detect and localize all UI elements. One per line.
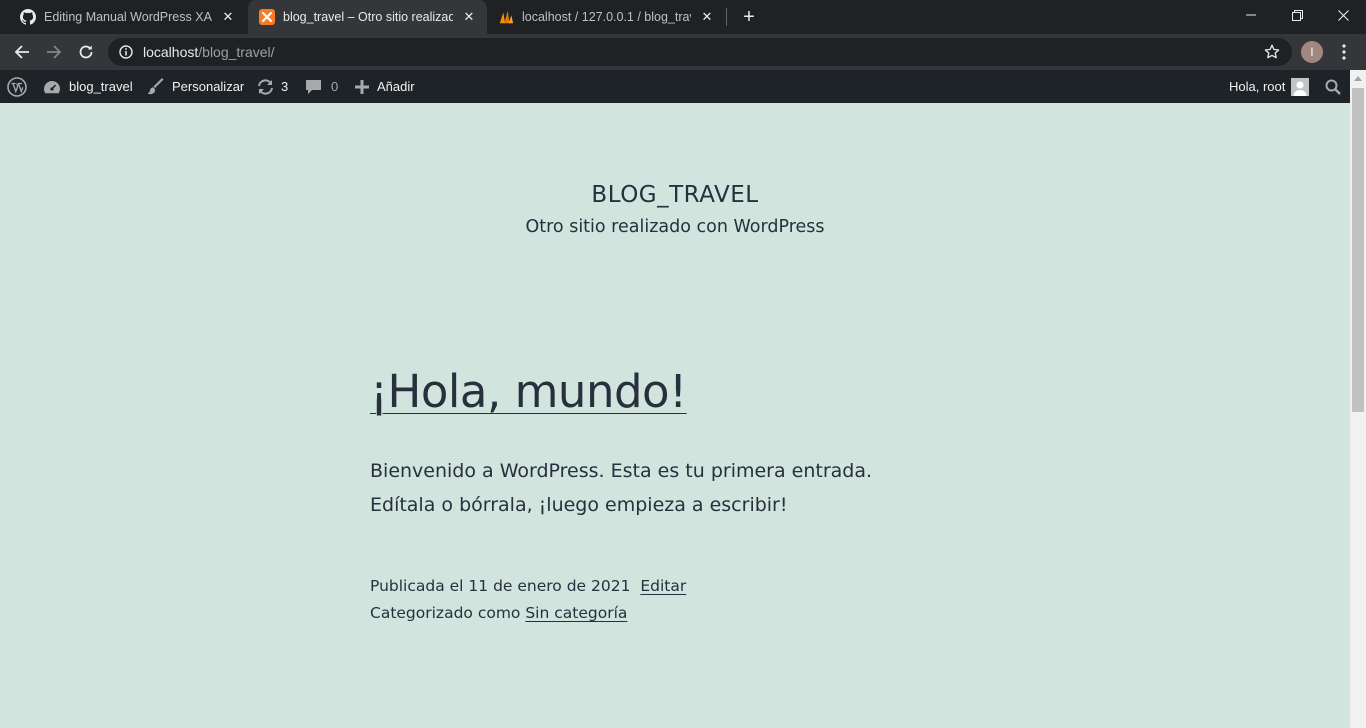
reload-button[interactable]	[72, 38, 100, 66]
reload-icon	[79, 45, 93, 59]
user-avatar-icon	[1291, 77, 1310, 96]
edit-post-link[interactable]: Editar	[640, 577, 686, 595]
post-category-line: Categorizado como Sin categoría	[370, 600, 686, 627]
updates-link[interactable]: 3	[256, 70, 288, 103]
close-icon[interactable]: ✕	[699, 9, 715, 25]
wp-logo-menu[interactable]	[7, 70, 33, 103]
close-icon	[1337, 9, 1349, 21]
page-scrollbar[interactable]	[1350, 70, 1366, 728]
arrow-right-icon	[47, 45, 62, 59]
browser-menu-button[interactable]	[1334, 40, 1354, 64]
bookmark-star-icon[interactable]	[1264, 44, 1280, 60]
tab-title: localhost / 127.0.0.1 / blog_travel	[522, 10, 691, 24]
updates-icon	[256, 78, 275, 95]
xampp-icon	[259, 9, 275, 25]
arrow-left-icon	[14, 45, 29, 59]
post-meta: Publicada el 11 de enero de 2021 Editar …	[370, 573, 686, 627]
tab-title: Editing Manual WordPress XAMPP	[44, 10, 212, 24]
site-name-menu[interactable]: blog_travel	[43, 70, 133, 103]
phpmyadmin-icon	[498, 9, 514, 25]
tab-separator	[726, 8, 727, 26]
post-title-link[interactable]: ¡Hola, mundo!	[370, 365, 687, 418]
site-description: Otro sitio realizado con WordPress	[525, 217, 825, 237]
restore-icon	[1291, 9, 1303, 21]
published-date: 11 de enero de 2021	[468, 577, 631, 595]
scroll-thumb[interactable]	[1352, 88, 1364, 412]
restore-button[interactable]	[1274, 0, 1320, 30]
category-prefix: Categorizado como	[370, 604, 521, 622]
close-icon[interactable]: ✕	[461, 9, 477, 25]
close-window-button[interactable]	[1320, 0, 1366, 30]
category-link[interactable]: Sin categoría	[525, 604, 627, 622]
tab-blog-travel[interactable]: blog_travel – Otro sitio realizado con W…	[248, 0, 487, 34]
search-icon	[1325, 79, 1341, 95]
url-path: /blog_travel/	[198, 44, 275, 60]
greeting-label: Hola, root	[1229, 79, 1286, 94]
back-button[interactable]	[8, 38, 36, 66]
dashboard-icon	[43, 79, 61, 95]
paintbrush-icon	[147, 77, 165, 96]
add-new-label: Añadir	[377, 79, 415, 94]
address-bar[interactable]: localhost/blog_travel/	[108, 38, 1292, 66]
tab-phpmyadmin[interactable]: localhost / 127.0.0.1 / blog_travel ✕	[489, 0, 725, 34]
published-prefix: Publicada el	[370, 577, 464, 595]
minimize-icon	[1246, 14, 1256, 16]
search-button[interactable]	[1325, 70, 1341, 103]
url-text: localhost/blog_travel/	[143, 44, 275, 60]
browser-toolbar: localhost/blog_travel/ l	[0, 34, 1366, 70]
site-title[interactable]: BLOG_TRAVEL	[0, 182, 1350, 208]
scroll-up-arrow-icon[interactable]	[1350, 70, 1366, 86]
site-page: BLOG_TRAVEL Otro sitio realizado con Wor…	[0, 103, 1350, 728]
comments-link[interactable]: 0	[305, 70, 338, 103]
wp-admin-bar: blog_travel Personalizar 3 0 Añadir Hola…	[0, 70, 1350, 103]
url-host: localhost	[143, 44, 199, 60]
my-account-menu[interactable]: Hola, root	[1229, 70, 1310, 103]
info-icon[interactable]	[119, 45, 133, 59]
comments-count: 0	[331, 79, 339, 94]
forward-button[interactable]	[40, 38, 68, 66]
post-published-line: Publicada el 11 de enero de 2021 Editar	[370, 573, 686, 600]
post-content: Bienvenido a WordPress. Esta es tu prime…	[370, 460, 873, 516]
customize-link[interactable]: Personalizar	[147, 70, 244, 103]
browser-tabstrip: Editing Manual WordPress XAMPP ✕ blog_tr…	[0, 0, 1366, 34]
add-new-menu[interactable]: Añadir	[355, 70, 415, 103]
new-tab-button[interactable]: +	[737, 5, 761, 29]
profile-avatar[interactable]: l	[1301, 41, 1323, 63]
tab-github[interactable]: Editing Manual WordPress XAMPP ✕	[0, 0, 246, 34]
minimize-button[interactable]	[1228, 0, 1274, 30]
github-icon	[20, 9, 36, 25]
tab-title: blog_travel – Otro sitio realizado con W…	[283, 10, 453, 24]
comment-icon	[305, 79, 322, 95]
more-vert-icon	[1342, 44, 1346, 60]
site-name-label: blog_travel	[69, 79, 133, 94]
customize-label: Personalizar	[172, 79, 245, 94]
wordpress-icon	[7, 76, 27, 97]
updates-count: 3	[281, 79, 289, 94]
plus-icon	[355, 79, 369, 94]
close-icon[interactable]: ✕	[220, 9, 236, 25]
